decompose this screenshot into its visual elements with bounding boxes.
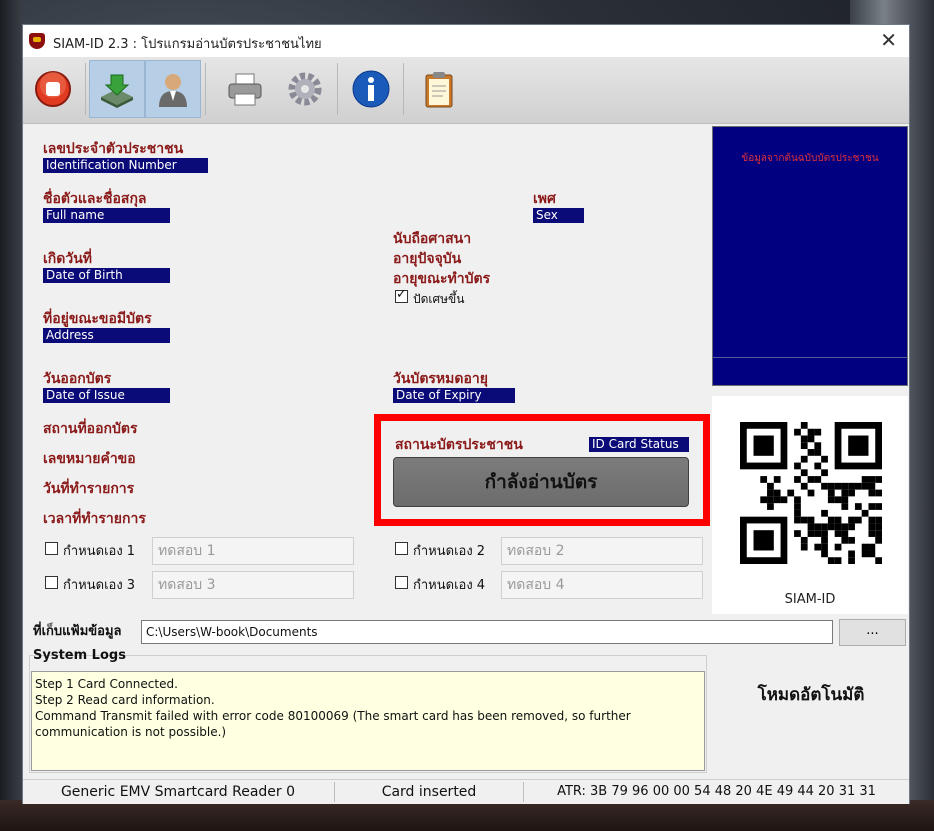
request-no-label: เลขหมายคำขอ xyxy=(43,451,136,467)
sex-en-label: Sex xyxy=(533,208,584,223)
printer-icon xyxy=(228,73,262,106)
card-reader-icon xyxy=(101,74,133,108)
custom-4-label: กำหนดเอง 4 xyxy=(413,578,486,593)
title-bar: SIAM-ID 2.3 : โปรแกรมอ่านบัตรประชาชนไทย … xyxy=(23,25,909,57)
toolbar xyxy=(23,57,909,124)
background-bottom xyxy=(0,800,934,831)
dob-label: เกิดวันที่ xyxy=(43,251,93,267)
id-number-en-label: Identification Number xyxy=(43,158,208,173)
card-state-status: Card inserted xyxy=(381,784,477,800)
qr-panel: SIAM-ID xyxy=(712,396,908,614)
current-age-label: อายุปัจจุบัน xyxy=(393,251,462,267)
photo-placeholder-text: ข้อมูลจากต้นฉบับบัตรประชาชน xyxy=(741,153,879,164)
issue-place-label: สถานที่ออกบัตร xyxy=(43,421,138,437)
background-left xyxy=(0,0,22,831)
custom-4-checkbox[interactable] xyxy=(395,576,408,589)
full-name-label: ชื่อตัวและชื่อสกุล xyxy=(43,191,147,207)
clipboard-icon xyxy=(425,72,453,108)
dob-en-label: Date of Birth xyxy=(43,268,170,283)
storage-row: ที่เก็บแฟ้มข้อมูล C:\Users\W-book\Docume… xyxy=(23,616,909,646)
auto-mode-label: โหมดอัตโนมัติ xyxy=(757,685,865,705)
issue-date-label: วันออกบัตร xyxy=(43,371,112,387)
issue-date-en-label: Date of Issue xyxy=(43,388,170,403)
card-status-button[interactable]: กำลังอ่านบัตร xyxy=(393,457,689,507)
card-status-label: สถานะบัตรประชาชน xyxy=(395,437,523,453)
card-photo-panel: ข้อมูลจากต้นฉบับบัตรประชาชน xyxy=(712,126,908,386)
expiry-date-label: วันบัตรหมดอายุ xyxy=(393,371,488,387)
person-icon xyxy=(159,74,187,107)
log-line: Command Transmit failed with error code … xyxy=(35,709,631,739)
clipboard-button[interactable] xyxy=(411,60,467,118)
info-button[interactable] xyxy=(343,60,399,118)
religion-label: นับถือศาสนา xyxy=(393,231,472,247)
transaction-time-label: เวลาที่ทำรายการ xyxy=(43,511,146,527)
custom-1-input[interactable]: ทดสอบ 1 xyxy=(152,537,354,565)
close-button[interactable]: ✕ xyxy=(880,29,897,51)
transaction-date-label: วันที่ทำรายการ xyxy=(43,481,135,497)
sex-label: เพศ xyxy=(533,191,556,207)
round-up-checkbox[interactable] xyxy=(395,287,408,303)
gear-icon xyxy=(288,72,322,106)
app-window: SIAM-ID 2.3 : โปรแกรมอ่านบัตรประชาชนไทย … xyxy=(22,24,910,804)
custom-1-checkbox[interactable] xyxy=(45,542,58,555)
address-label: ที่อยู่ขณะขอมีบัตร xyxy=(43,311,152,327)
main-content: เลขประจำตัวประชาชน Identification Number… xyxy=(23,124,909,614)
custom-1-label: กำหนดเอง 1 xyxy=(63,544,136,559)
qr-code-icon xyxy=(740,422,882,564)
print-button[interactable] xyxy=(217,60,273,118)
custom-2-label: กำหนดเอง 2 xyxy=(413,544,486,559)
system-logs[interactable]: Step 1 Card Connected. Step 2 Read card … xyxy=(31,671,705,771)
card-status-en-label: ID Card Status xyxy=(589,437,689,452)
round-up-label: ปัดเศษขึ้น xyxy=(413,292,465,306)
read-card-button[interactable] xyxy=(89,60,145,118)
expiry-date-en-label: Date of Expiry xyxy=(393,388,515,403)
storage-path-input[interactable]: C:\Users\W-book\Documents xyxy=(141,620,833,644)
stop-icon xyxy=(35,71,71,107)
age-at-issue-label: อายุขณะทำบัตร xyxy=(393,271,491,287)
address-en-label: Address xyxy=(43,328,170,343)
id-number-label: เลขประจำตัวประชาชน xyxy=(43,141,184,157)
custom-3-input[interactable]: ทดสอบ 3 xyxy=(152,571,354,599)
app-logo-icon xyxy=(29,33,45,49)
custom-3-label: กำหนดเอง 3 xyxy=(63,578,136,593)
reader-status: Generic EMV Smartcard Reader 0 xyxy=(60,784,296,800)
stop-button[interactable] xyxy=(25,60,81,118)
log-line: Step 2 Read card information. xyxy=(35,693,215,707)
info-icon xyxy=(352,70,390,108)
custom-2-checkbox[interactable] xyxy=(395,542,408,555)
logs-label: System Logs xyxy=(33,648,126,663)
person-button[interactable] xyxy=(145,60,201,118)
storage-label: ที่เก็บแฟ้มข้อมูล xyxy=(33,624,122,639)
browse-button[interactable]: ... xyxy=(839,619,906,646)
atr-status: ATR: 3B 79 96 00 00 54 48 20 4E 49 44 20… xyxy=(557,784,876,799)
settings-button[interactable] xyxy=(277,60,333,118)
custom-3-checkbox[interactable] xyxy=(45,576,58,589)
status-bar: Generic EMV Smartcard Reader 0 Card inse… xyxy=(23,779,909,804)
qr-caption: SIAM-ID xyxy=(784,592,836,607)
window-title: SIAM-ID 2.3 : โปรแกรมอ่านบัตรประชาชนไทย xyxy=(53,37,322,52)
custom-4-input[interactable]: ทดสอบ 4 xyxy=(501,571,703,599)
log-line: Step 1 Card Connected. xyxy=(35,677,178,691)
custom-2-input[interactable]: ทดสอบ 2 xyxy=(501,537,703,565)
full-name-en-label: Full name xyxy=(43,208,170,223)
